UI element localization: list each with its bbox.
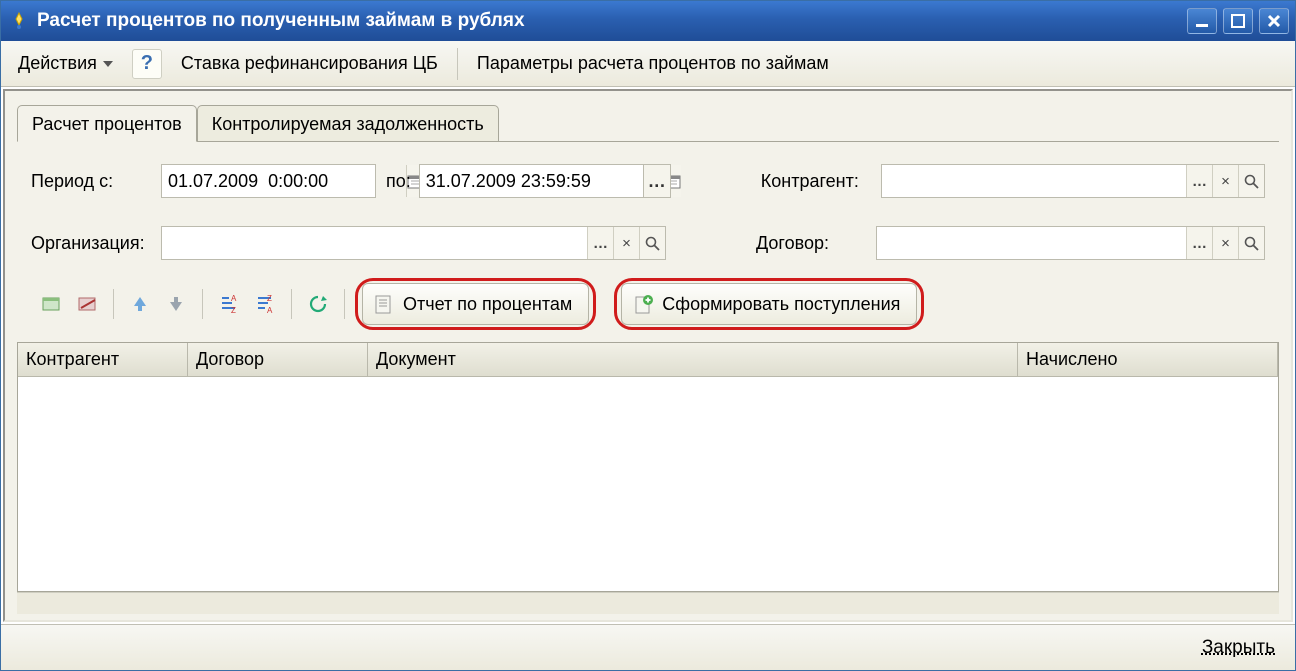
grid-wrap: Контрагент Договор Документ Начислено bbox=[17, 342, 1279, 592]
titlebar: Расчет процентов по полученным займам в … bbox=[1, 1, 1295, 41]
col-counterparty[interactable]: Контрагент bbox=[18, 343, 188, 377]
status-bar bbox=[17, 592, 1279, 614]
period-from-label: Период с: bbox=[31, 171, 161, 192]
svg-text:A: A bbox=[231, 294, 237, 303]
generate-receipts-button[interactable]: Сформировать поступления bbox=[621, 283, 917, 325]
generate-highlight: Сформировать поступления bbox=[614, 278, 924, 330]
counterparty-label: Контрагент: bbox=[761, 171, 881, 192]
separator bbox=[291, 289, 292, 319]
separator bbox=[344, 289, 345, 319]
svg-text:A: A bbox=[267, 306, 273, 315]
col-document[interactable]: Документ bbox=[368, 343, 1018, 377]
refresh-icon[interactable] bbox=[302, 288, 334, 320]
filter-form: Период с: по: … Контрагент: bbox=[17, 142, 1279, 342]
clear-button[interactable]: × bbox=[1212, 165, 1238, 197]
window-title: Расчет процентов по полученным займам в … bbox=[37, 10, 1187, 32]
help-button[interactable]: ? bbox=[132, 49, 162, 79]
grid-toolbar: AZ ZA Отчет по процентам bbox=[31, 272, 1265, 336]
report-highlight: Отчет по процентам bbox=[355, 278, 596, 330]
sort-asc-icon[interactable]: AZ bbox=[213, 288, 245, 320]
move-down-icon[interactable] bbox=[160, 288, 192, 320]
grid-header: Контрагент Договор Документ Начислено bbox=[18, 343, 1278, 377]
period-to-label: по: bbox=[386, 171, 411, 192]
col-accrued[interactable]: Начислено bbox=[1018, 343, 1278, 377]
period-to-input[interactable] bbox=[420, 165, 664, 197]
contract-field[interactable]: … × bbox=[876, 226, 1265, 260]
select-button[interactable]: … bbox=[587, 227, 613, 259]
contract-input[interactable] bbox=[877, 227, 1186, 259]
refin-rate-button[interactable]: Ставка рефинансирования ЦБ bbox=[172, 49, 447, 78]
open-button[interactable] bbox=[1238, 227, 1264, 259]
counterparty-field[interactable]: … × bbox=[881, 164, 1265, 198]
counterparty-input[interactable] bbox=[882, 165, 1186, 197]
select-button[interactable]: … bbox=[1186, 165, 1212, 197]
generate-receipts-label: Сформировать поступления bbox=[662, 294, 900, 315]
app-window: Расчет процентов по полученным займам в … bbox=[0, 0, 1296, 671]
sort-desc-icon[interactable]: ZA bbox=[249, 288, 281, 320]
svg-text:Z: Z bbox=[231, 306, 236, 315]
contract-label: Договор: bbox=[756, 233, 876, 254]
org-input[interactable] bbox=[162, 227, 587, 259]
footer-bar: Закрыть bbox=[1, 624, 1295, 670]
org-label: Организация: bbox=[31, 233, 161, 254]
content-area: Расчет процентов Контролируемая задолжен… bbox=[3, 89, 1293, 622]
window-controls bbox=[1187, 8, 1289, 34]
period-from-field[interactable] bbox=[161, 164, 376, 198]
separator bbox=[202, 289, 203, 319]
col-contract[interactable]: Договор bbox=[188, 343, 368, 377]
clear-button[interactable]: × bbox=[613, 227, 639, 259]
add-row-icon[interactable] bbox=[35, 288, 67, 320]
open-button[interactable] bbox=[1238, 165, 1264, 197]
grid-body[interactable] bbox=[18, 377, 1278, 591]
close-button[interactable] bbox=[1259, 8, 1289, 34]
interest-report-button[interactable]: Отчет по процентам bbox=[362, 283, 589, 325]
interest-report-label: Отчет по процентам bbox=[403, 294, 572, 315]
delete-row-icon[interactable] bbox=[71, 288, 103, 320]
open-button[interactable] bbox=[639, 227, 665, 259]
actions-dropdown[interactable]: Действия bbox=[9, 49, 122, 78]
period-more-button[interactable]: … bbox=[643, 164, 671, 198]
clear-button[interactable]: × bbox=[1212, 227, 1238, 259]
period-from-input[interactable] bbox=[162, 165, 406, 197]
tab-controlled[interactable]: Контролируемая задолженность bbox=[197, 105, 499, 141]
tab-calc[interactable]: Расчет процентов bbox=[17, 105, 197, 142]
org-field[interactable]: … × bbox=[161, 226, 666, 260]
calc-params-button[interactable]: Параметры расчета процентов по займам bbox=[468, 49, 838, 78]
maximize-button[interactable] bbox=[1223, 8, 1253, 34]
separator bbox=[113, 289, 114, 319]
app-icon bbox=[9, 11, 29, 31]
select-button[interactable]: … bbox=[1186, 227, 1212, 259]
move-up-icon[interactable] bbox=[124, 288, 156, 320]
minimize-button[interactable] bbox=[1187, 8, 1217, 34]
toolbar-separator bbox=[457, 48, 458, 80]
close-link[interactable]: Закрыть bbox=[1202, 637, 1275, 659]
data-grid[interactable]: Контрагент Договор Документ Начислено bbox=[17, 342, 1279, 592]
period-to-field[interactable] bbox=[419, 164, 644, 198]
svg-text:Z: Z bbox=[267, 294, 272, 303]
main-toolbar: Действия ? Ставка рефинансирования ЦБ Па… bbox=[1, 41, 1295, 87]
tab-bar: Расчет процентов Контролируемая задолжен… bbox=[17, 105, 1279, 142]
